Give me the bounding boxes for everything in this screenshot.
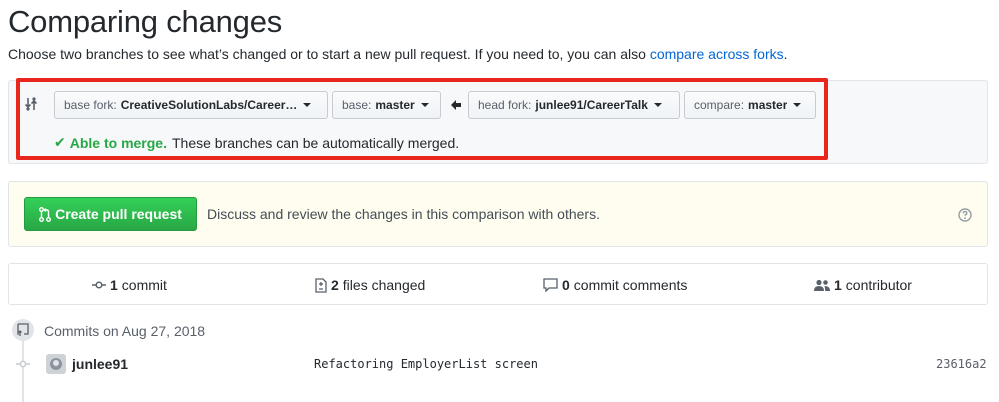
github-avatar-icon — [50, 358, 62, 370]
commit-sha[interactable]: 23616a2 — [936, 357, 987, 371]
base-value: master — [375, 98, 415, 112]
page-description-suffix: . — [783, 46, 788, 62]
files-count: 2 — [331, 277, 339, 293]
people-icon — [814, 279, 830, 291]
compare-value: master — [748, 98, 788, 112]
file-diff-icon — [315, 277, 327, 293]
commit-comments-stat[interactable]: 0 commit comments — [543, 277, 687, 293]
compare-label: compare: — [694, 98, 745, 112]
pull-request-icon — [39, 206, 52, 222]
head-fork-select[interactable]: head fork: junlee91/CareerTalk — [468, 91, 680, 119]
chevron-down-icon — [420, 103, 429, 107]
arrow-left-icon — [451, 100, 461, 110]
timeline-line — [22, 340, 24, 402]
head-fork-value: junlee91/CareerTalk — [535, 98, 648, 112]
create-pull-request-label: Create pull request — [55, 206, 182, 222]
base-label: base: — [342, 98, 372, 112]
comments-count: 0 — [562, 277, 570, 293]
commits-label: commit — [121, 277, 167, 293]
chevron-down-icon — [653, 103, 662, 107]
page-description: Choose two branches to see what’s change… — [8, 46, 788, 62]
commit-author[interactable]: junlee91 — [72, 356, 128, 372]
compare-across-forks-link[interactable]: compare across forks — [650, 46, 784, 62]
commits-stat[interactable]: 1 commit — [92, 277, 167, 293]
files-changed-stat[interactable]: 2 files changed — [315, 277, 425, 293]
contributors-label: contributor — [845, 277, 912, 293]
commit-node-icon — [16, 360, 30, 368]
pull-request-description: Discuss and review the changes in this c… — [207, 206, 600, 222]
files-label: files changed — [342, 277, 426, 293]
commits-date-heading: Commits on Aug 27, 2018 — [44, 323, 206, 339]
head-fork-label: head fork: — [478, 98, 532, 112]
merge-status-text: These branches can be automatically merg… — [171, 134, 460, 151]
contributors-count: 1 — [834, 277, 842, 293]
comment-icon — [543, 278, 558, 292]
comments-label: commit comments — [573, 277, 688, 293]
base-fork-value: CreativeSolutionLabs/Career… — [120, 98, 298, 112]
create-pull-request-button[interactable]: Create pull request — [24, 197, 197, 231]
base-fork-label: base fork: — [64, 98, 117, 112]
commit-icon — [92, 281, 106, 289]
base-branch-select[interactable]: base: master — [332, 91, 441, 119]
merge-status: ✔ Able to merge. These branches can be a… — [54, 134, 459, 151]
question-icon[interactable] — [958, 208, 972, 222]
commit-message[interactable]: Refactoring EmployerList screen — [314, 357, 538, 371]
page-description-text: Choose two branches to see what’s change… — [8, 46, 650, 62]
chevron-down-icon — [303, 103, 312, 107]
check-icon: ✔ — [54, 134, 66, 150]
page-title: Comparing changes — [8, 4, 283, 39]
avatar[interactable] — [46, 354, 66, 374]
chevron-down-icon — [793, 103, 802, 107]
repo-push-icon — [17, 323, 29, 336]
commits-group-icon — [12, 319, 34, 341]
contributors-stat[interactable]: 1 contributor — [814, 277, 912, 293]
merge-status-ok: Able to merge. — [69, 134, 167, 151]
commits-count: 1 — [110, 277, 118, 293]
compare-branch-select[interactable]: compare: master — [684, 91, 816, 119]
base-fork-select[interactable]: base fork: CreativeSolutionLabs/Career… — [54, 91, 328, 119]
compare-arrows-icon — [24, 97, 38, 111]
